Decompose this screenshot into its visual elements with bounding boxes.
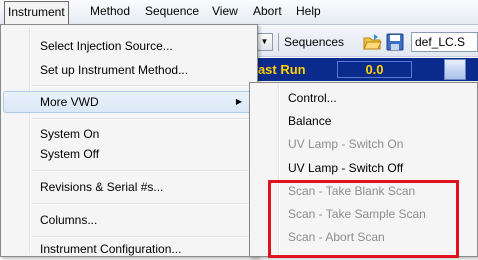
book-icon[interactable] xyxy=(444,59,466,80)
submenu-item-uv-lamp-off[interactable]: UV Lamp - Switch Off xyxy=(252,157,476,179)
menu-separator xyxy=(32,85,253,87)
menu-item-select-injection-source[interactable]: Select Injection Source... xyxy=(3,35,255,57)
menu-method[interactable]: Method xyxy=(86,2,134,21)
main-toolbar: ▼ Sequences def_LC.S xyxy=(248,26,478,57)
save-icon[interactable] xyxy=(385,32,405,52)
menu-view[interactable]: View xyxy=(208,2,242,21)
menu-separator xyxy=(32,170,253,172)
submenu-item-control[interactable]: Control... xyxy=(252,87,476,109)
folder-open-icon[interactable] xyxy=(362,32,382,52)
sequences-label: Sequences xyxy=(284,35,345,49)
last-run-value: 0.0 xyxy=(337,61,412,78)
menu-separator xyxy=(32,118,253,120)
highlight-annotation-box xyxy=(268,180,459,258)
menu-item-system-off[interactable]: System Off xyxy=(3,143,255,165)
menu-separator xyxy=(32,203,253,205)
toolbar-divider xyxy=(278,33,279,51)
menu-instrument[interactable]: Instrument xyxy=(4,1,69,24)
chevron-down-icon: ▼ xyxy=(260,37,269,46)
menu-bar: Instrument Method Sequence View Abort He… xyxy=(0,0,478,25)
submenu-arrow-icon: ▶ xyxy=(235,97,242,106)
menu-help[interactable]: Help xyxy=(292,2,325,21)
run-status-bar: Last Run 0.0 xyxy=(248,58,478,81)
submenu-item-balance[interactable]: Balance xyxy=(252,110,476,132)
submenu-item-uv-lamp-on: UV Lamp - Switch On xyxy=(288,137,404,151)
menu-item-more-vwd[interactable]: More VWD ▶ xyxy=(3,91,255,113)
menu-item-revisions-serials[interactable]: Revisions & Serial #s... xyxy=(3,176,255,198)
menu-item-system-on[interactable]: System On xyxy=(3,123,255,145)
combo-dropdown-button[interactable]: ▼ xyxy=(256,33,273,51)
menu-item-columns[interactable]: Columns... xyxy=(3,209,255,231)
menu-item-setup-instrument-method[interactable]: Set up Instrument Method... xyxy=(3,59,255,81)
menu-sequence[interactable]: Sequence xyxy=(141,2,203,21)
menu-abort[interactable]: Abort xyxy=(249,2,286,21)
instrument-menu: Select Injection Source... Set up Instru… xyxy=(0,24,258,257)
menu-item-label: More VWD xyxy=(40,95,99,109)
sequence-file-field[interactable]: def_LC.S xyxy=(411,32,478,52)
